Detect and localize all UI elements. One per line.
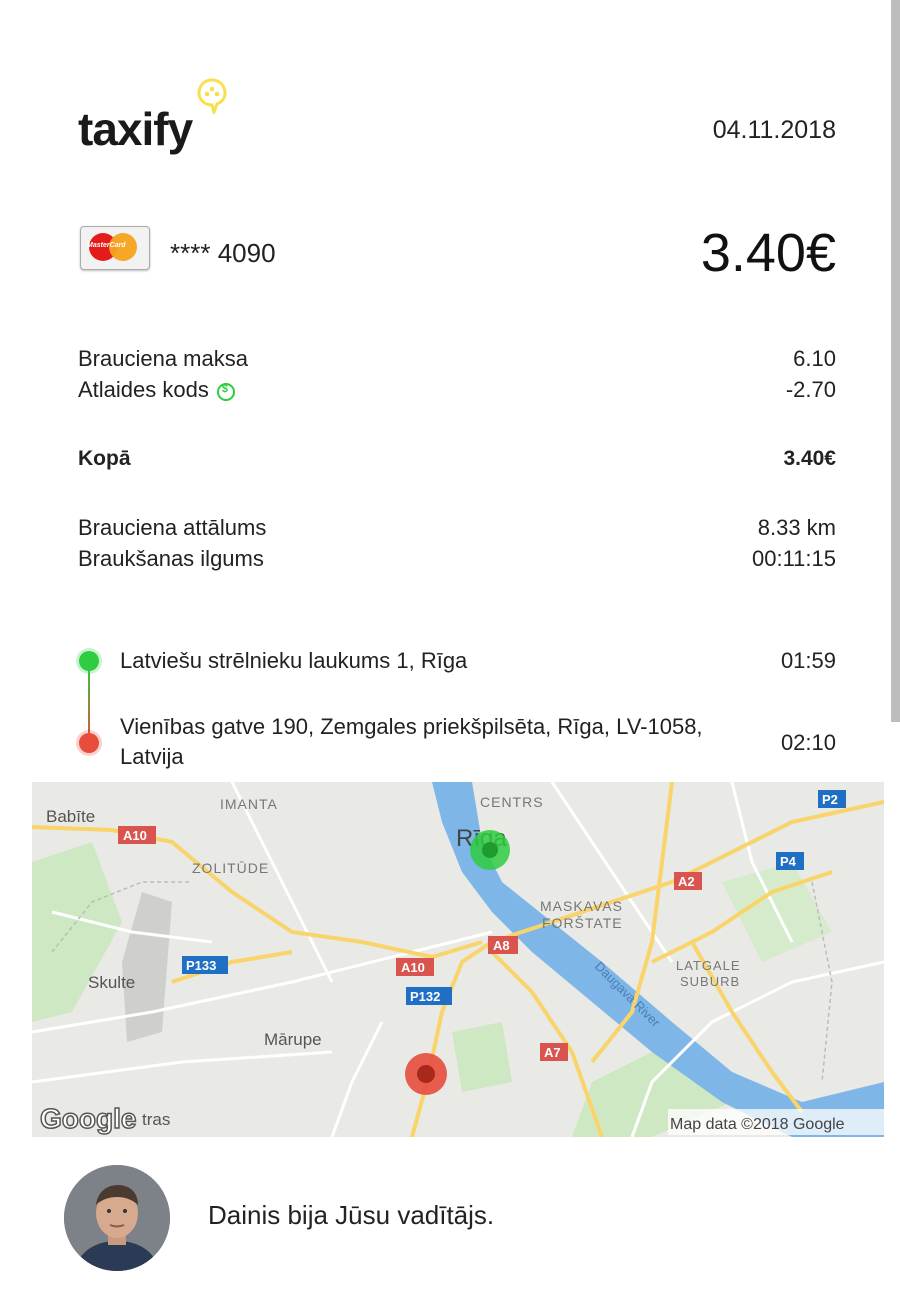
map-label-marupe: Mārupe bbox=[264, 1030, 322, 1049]
map-label-latgale-1: LATGALE bbox=[676, 958, 741, 973]
scrollbar[interactable] bbox=[891, 0, 900, 722]
map-label-centrs: CENTRS bbox=[480, 794, 544, 810]
total-label: Kopā bbox=[78, 447, 131, 470]
map-label-babite: Babīte bbox=[46, 807, 95, 826]
driver-message: Dainis bija Jūsu vadītājs. bbox=[208, 1200, 495, 1230]
ride-fee-label: Brauciena maksa bbox=[78, 346, 248, 371]
route-connector bbox=[88, 662, 90, 744]
dropoff-dot-icon bbox=[79, 733, 99, 753]
map-attribution: Map data ©2018 Google bbox=[670, 1116, 845, 1133]
shield-a8: A8 bbox=[493, 938, 510, 953]
shield-p133: P133 bbox=[186, 958, 216, 973]
shield-a7: A7 bbox=[544, 1045, 561, 1060]
distance-row: Brauciena attālums 8.33 km bbox=[78, 515, 836, 541]
card-brand-text: MasterCard bbox=[87, 242, 126, 249]
promo-code-icon bbox=[216, 383, 235, 401]
dropoff-address-line1: Vienības gatve 190, Zemgales priekšpilsē… bbox=[120, 714, 703, 739]
taxify-logo: taxify bbox=[78, 78, 248, 168]
duration-label: Braukšanas ilgums bbox=[78, 546, 264, 571]
shield-p4: P4 bbox=[780, 854, 797, 869]
chat-bubble-icon bbox=[197, 78, 227, 114]
total-value: 3.40€ bbox=[783, 447, 836, 470]
pickup-address: Latviešu strēlnieku laukums 1, Rīga bbox=[120, 648, 468, 673]
dropoff-address-line2: Latvija bbox=[120, 744, 184, 769]
pickup-dot-icon bbox=[79, 651, 99, 671]
card-number: **** 4090 bbox=[170, 238, 276, 268]
map-label-skulte: Skulte bbox=[88, 973, 135, 992]
map-label-maskavas-2: FORŠTATE bbox=[542, 915, 623, 931]
shield-a10-b: A10 bbox=[401, 960, 425, 975]
receipt-date: 04.11.2018 bbox=[712, 116, 836, 144]
total-row: Kopā 3.40€ bbox=[78, 447, 836, 471]
dropoff-address: Vienības gatve 190, Zemgales priekšpilsē… bbox=[120, 712, 703, 772]
map-label-imanta: IMANTA bbox=[220, 796, 278, 812]
map-label-stras: tras bbox=[142, 1110, 170, 1129]
duration-value: 00:11:15 bbox=[751, 546, 836, 571]
distance-value: 8.33 km bbox=[757, 515, 836, 540]
pickup-time: 01:59 bbox=[780, 648, 836, 673]
google-logo-icon: Google bbox=[40, 1103, 136, 1134]
route-map[interactable]: Babīte Skulte Mārupe tras IMANTA CENTRS … bbox=[32, 782, 884, 1137]
ride-fee-row: Brauciena maksa 6.10 bbox=[78, 346, 836, 372]
map-label-latgale-2: SUBURB bbox=[680, 974, 740, 989]
map-label-zolitude: ZOLITŪDE bbox=[192, 860, 269, 876]
total-amount: 3.40€ bbox=[700, 223, 836, 283]
shield-a2: A2 bbox=[678, 874, 695, 889]
mastercard-icon: MasterCard bbox=[80, 226, 150, 270]
shield-a10: A10 bbox=[123, 828, 147, 843]
map-label-maskavas-1: MASKAVAS bbox=[540, 898, 623, 914]
duration-row: Braukšanas ilgums 00:11:15 bbox=[78, 546, 836, 572]
driver-avatar bbox=[64, 1165, 170, 1271]
ride-fee-value: 6.10 bbox=[793, 346, 836, 371]
discount-label: Atlaides kods bbox=[78, 377, 209, 402]
shield-p132: P132 bbox=[410, 989, 440, 1004]
shield-p2: P2 bbox=[822, 792, 838, 807]
discount-value: -2.70 bbox=[785, 377, 836, 402]
discount-row: Atlaides kods -2.70 bbox=[78, 377, 836, 403]
dropoff-time: 02:10 bbox=[780, 730, 836, 755]
logo-wordmark: taxify bbox=[78, 103, 193, 155]
distance-label: Brauciena attālums bbox=[78, 515, 267, 540]
